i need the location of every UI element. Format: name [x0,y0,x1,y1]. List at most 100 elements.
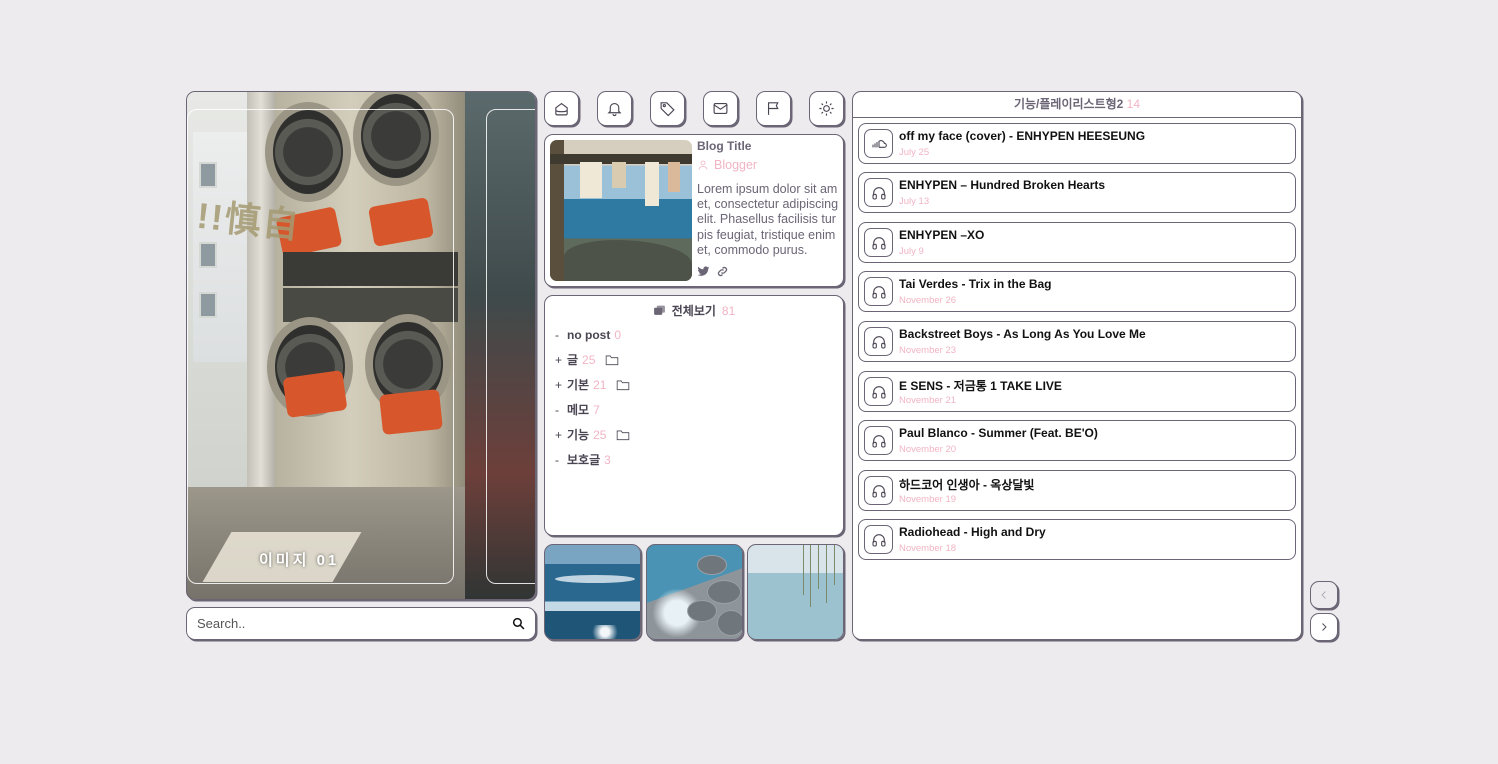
home-icon [555,102,568,116]
playlist-item-date: November 23 [899,345,957,356]
category-mark: + [555,352,563,367]
mail-button[interactable] [703,91,738,126]
category-header[interactable]: 전체보기 81 [545,302,843,319]
blogger-label: Blogger [714,158,758,172]
search-input[interactable] [197,616,512,631]
category-name: 글 [567,353,579,367]
home-button[interactable] [544,91,579,126]
profile-image [550,140,692,281]
hero-frame [486,109,535,584]
category-count: 21 [593,377,607,392]
tag-button[interactable] [650,91,685,126]
next-page-button[interactable] [1310,613,1338,641]
category-mark: + [555,377,563,392]
headphones-icon [864,327,893,356]
category-panel: 전체보기 81 - no post 0 + 글 25 + 기본 21 - 메모 … [544,295,844,536]
playlist-item-title: E SENS - 저금통 1 TAKE LIVE [899,379,1062,393]
category-item[interactable]: - no post 0 [555,322,630,347]
playlist-item[interactable]: ENHYPEN – Hundred Broken Hearts July 13 [858,172,1296,213]
category-item[interactable]: + 글 25 [555,347,630,372]
flag-icon [767,102,779,115]
category-item[interactable]: - 메모 7 [555,397,630,422]
category-count: 0 [614,327,622,342]
headphones-icon [864,178,893,207]
category-mark: - [555,452,559,467]
folders-icon [653,305,665,315]
playlist-item[interactable]: Radiohead - High and Dry November 18 [858,519,1296,560]
chevron-left-icon [1321,591,1326,599]
bell-icon [607,102,622,117]
user-icon [698,160,708,170]
mail-icon [713,102,728,115]
chevron-right-icon [1322,623,1327,631]
headphones-icon [864,277,893,306]
guestbook-button[interactable] [756,91,791,126]
category-count: 7 [593,402,600,417]
category-item[interactable]: - 보호글 3 [555,447,630,472]
playlist-item[interactable]: Backstreet Boys - As Long As You Love Me… [858,321,1296,362]
prev-page-button[interactable] [1310,581,1338,609]
headphones-icon [864,426,893,455]
playlist-item-date: November 20 [899,444,957,455]
search-box [186,607,536,640]
category-count: 25 [582,352,596,367]
playlist-item[interactable]: off my face (cover) - ENHYPEN HEESEUNG J… [858,123,1296,164]
gallery-thumbnail[interactable] [646,544,743,640]
folder-icon [617,430,630,440]
headphones-icon [864,476,893,505]
search-icon[interactable] [512,617,525,630]
category-count: 25 [593,427,607,442]
gallery-thumbnail[interactable] [544,544,641,640]
category-header-label: 전체보기 [671,304,716,318]
blog-title[interactable]: Blog Title [697,139,751,153]
playlist-item[interactable]: Tai Verdes - Trix in the Bag November 26 [858,271,1296,312]
profile-card: Blog Title Blogger Lorem ipsum dolor sit… [544,134,844,287]
category-total: 81 [721,303,736,318]
playlist-count: 14 [1126,97,1141,111]
category-item[interactable]: + 기능 25 [555,422,630,447]
gallery-thumbnail[interactable] [747,544,844,640]
playlist-item-title: Paul Blanco - Summer (Feat. BE'O) [899,426,1098,440]
sun-icon [819,101,834,116]
headphones-icon [864,525,893,554]
headphones-icon [864,377,893,406]
playlist-item[interactable]: 하드코어 인생아 - 옥상달빛 November 19 [858,470,1296,511]
headphones-icon [864,228,893,257]
playlist-item-date: July 9 [899,246,924,257]
category-item[interactable]: + 기본 21 [555,372,630,397]
folder-icon [617,380,630,390]
playlist-item-title: Tai Verdes - Trix in the Bag [899,277,1052,291]
playlist-item[interactable]: Paul Blanco - Summer (Feat. BE'O) Novemb… [858,420,1296,461]
playlist-item-title: ENHYPEN –XO [899,228,985,242]
notification-button[interactable] [597,91,632,126]
playlist-item-title: off my face (cover) - ENHYPEN HEESEUNG [899,129,1146,143]
social-links [697,265,729,278]
link-icon[interactable] [716,265,729,278]
category-name: 메모 [567,403,590,417]
category-list: - no post 0 + 글 25 + 기본 21 - 메모 7 + 기능 2… [555,322,630,472]
playlist-item-date: November 21 [899,395,957,406]
category-mark: + [555,427,563,442]
category-mark: - [555,402,559,417]
soundcloud-icon [864,129,893,158]
hero-image: !!慎自 이미지 01 [186,91,536,600]
category-mark: - [555,327,559,342]
playlist-item-date: November 26 [899,295,957,306]
playlist-item-date: July 25 [899,147,930,158]
playlist-item-title: 하드코어 인생아 - 옥상달빛 [899,478,1035,492]
playlist-panel: 기능/플레이리스트형2 14 off my face (cover) - ENH… [852,91,1302,640]
twitter-icon[interactable] [697,265,710,278]
playlist-header[interactable]: 기능/플레이리스트형2 14 [853,92,1301,118]
blogger-name: Blogger [697,158,757,172]
playlist-item-date: July 13 [899,196,930,207]
blog-description: Lorem ipsum dolor sit amet, consectetur … [697,182,839,257]
playlist-item-title: Backstreet Boys - As Long As You Love Me [899,327,1146,341]
category-name: no post [567,327,611,342]
playlist-item[interactable]: E SENS - 저금통 1 TAKE LIVE November 21 [858,371,1296,412]
playlist-header-label: 기능/플레이리스트형2 [1013,97,1124,111]
folder-icon [606,355,619,365]
playlist-item[interactable]: ENHYPEN –XO July 9 [858,222,1296,263]
playlist-item-title: Radiohead - High and Dry [899,525,1046,539]
theme-toggle-button[interactable] [809,91,844,126]
category-name: 기능 [567,428,590,442]
